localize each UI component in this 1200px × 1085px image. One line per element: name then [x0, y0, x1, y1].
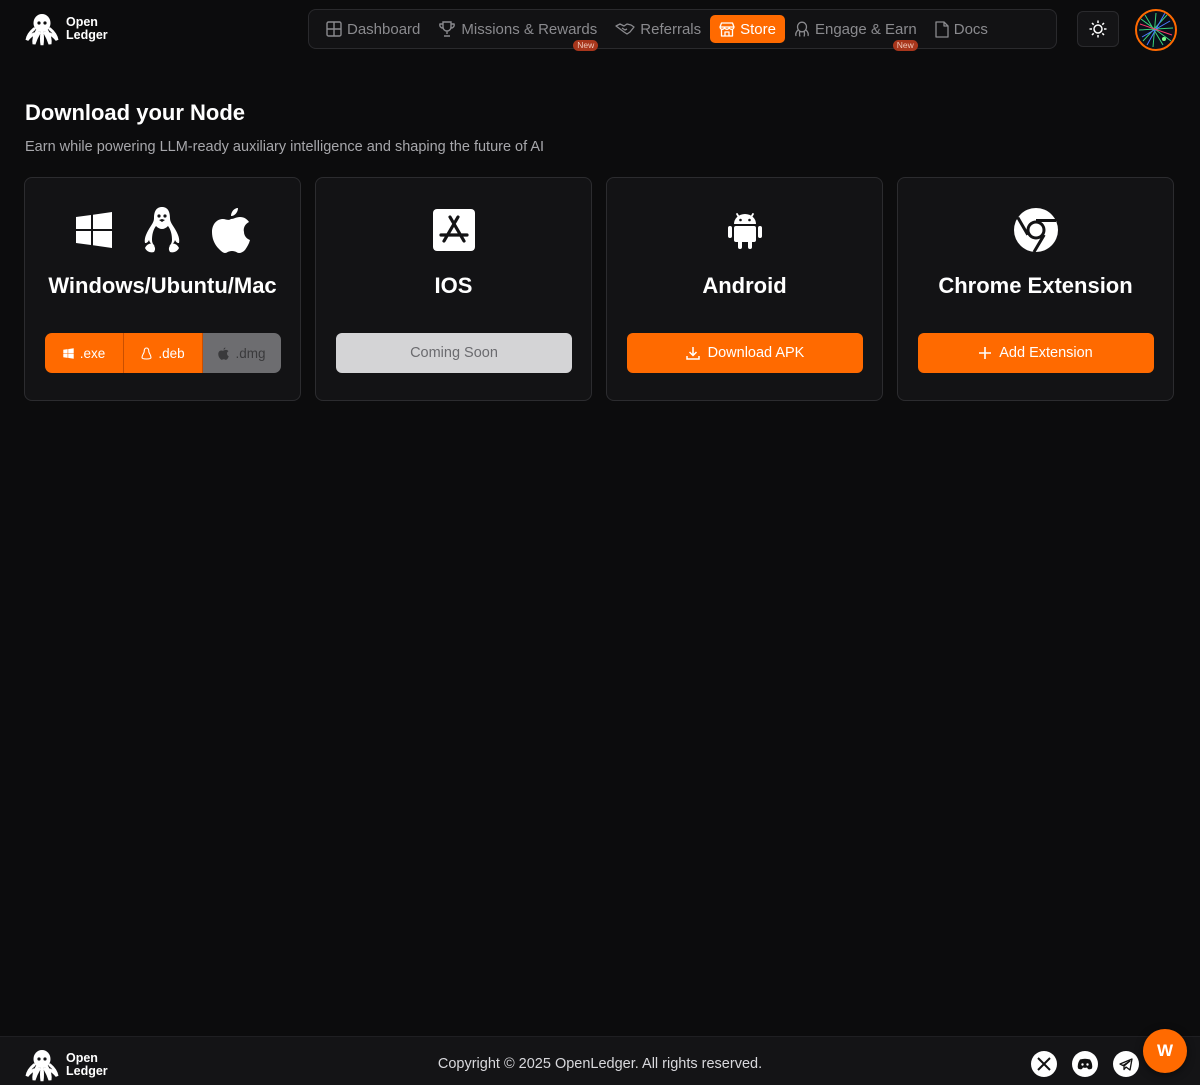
- card-chrome-title: Chrome Extension: [938, 273, 1133, 298]
- page-subtitle: Earn while powering LLM-ready auxiliary …: [25, 139, 545, 155]
- x-icon: [1037, 1057, 1051, 1071]
- android-icon: [727, 213, 762, 249]
- download-apk-button[interactable]: Download APK: [627, 333, 863, 373]
- desktop-download-group: .exe .deb .dmg: [45, 333, 281, 373]
- page-title: Download your Node: [25, 100, 245, 125]
- octopus-icon: [795, 21, 809, 37]
- card-android: Android Download APK: [606, 177, 883, 401]
- download-cards: Windows/Ubuntu/Mac .exe .deb .dmg IOS Co…: [24, 177, 1174, 401]
- avatar-image-icon: [1138, 12, 1174, 48]
- apple-icon: [211, 208, 250, 253]
- download-apk-label: Download APK: [707, 345, 805, 361]
- theme-toggle-button[interactable]: [1077, 11, 1119, 47]
- nav-docs-label: Docs: [953, 20, 988, 38]
- document-icon: [935, 20, 949, 38]
- download-icon: [685, 347, 700, 360]
- windows-icon: [75, 212, 112, 248]
- nav-store[interactable]: Store: [710, 15, 785, 43]
- sun-icon: [1089, 20, 1107, 38]
- nav-referrals[interactable]: Referrals: [606, 15, 710, 43]
- telegram-icon: [1119, 1057, 1133, 1071]
- copyright-text: Copyright © 2025 OpenLedger. All rights …: [437, 1056, 763, 1072]
- exe-label: .exe: [79, 345, 106, 361]
- nav-docs[interactable]: Docs: [926, 15, 997, 43]
- download-deb-button[interactable]: .deb: [123, 333, 202, 373]
- new-badge: New: [573, 40, 599, 51]
- linux-tux-icon: [144, 207, 179, 253]
- card-android-title: Android: [702, 273, 787, 298]
- ios-coming-soon-button[interactable]: Coming Soon: [336, 333, 572, 373]
- discord-social-link[interactable]: [1072, 1051, 1098, 1077]
- octopus-logo-icon: [25, 14, 59, 46]
- plus-icon: [979, 347, 992, 359]
- dmg-label: .dmg: [235, 345, 266, 361]
- nav-engage-label: Engage & Earn: [814, 20, 917, 38]
- add-extension-button[interactable]: Add Extension: [918, 333, 1154, 373]
- nav-dashboard[interactable]: Dashboard: [317, 15, 429, 43]
- brand-logo[interactable]: Open Ledger: [24, 12, 108, 46]
- store-icon: [719, 21, 735, 37]
- x-social-link[interactable]: [1031, 1051, 1057, 1077]
- avatar[interactable]: [1135, 9, 1177, 51]
- handshake-icon: [615, 23, 635, 35]
- card-ios: IOS Coming Soon: [315, 177, 592, 401]
- nav-missions-label: Missions & Rewards: [461, 20, 598, 38]
- brand-line-2: Ledger: [66, 28, 108, 42]
- windows-icon: [63, 347, 74, 359]
- new-badge: New: [892, 40, 918, 51]
- download-dmg-button[interactable]: .dmg: [202, 333, 281, 373]
- card-desktop-title: Windows/Ubuntu/Mac: [48, 273, 277, 298]
- nav-store-label: Store: [740, 20, 776, 38]
- main-nav: Dashboard Missions & Rewards New Referra…: [308, 9, 1057, 51]
- floating-action-button[interactable]: W: [1143, 1029, 1187, 1073]
- top-header: Open Ledger Dashboard Missions & Rewards…: [0, 0, 1200, 58]
- app-store-icon: [432, 209, 475, 251]
- linux-tux-icon: [141, 346, 152, 360]
- nav-dashboard-label: Dashboard: [347, 20, 421, 38]
- nav-engage-earn[interactable]: Engage & Earn New: [785, 15, 926, 51]
- nav-missions-rewards[interactable]: Missions & Rewards New: [429, 15, 606, 51]
- dashboard-grid-icon: [326, 21, 342, 37]
- trophy-icon: [439, 21, 456, 37]
- card-ios-title: IOS: [434, 273, 473, 298]
- deb-label: .deb: [158, 345, 185, 361]
- download-exe-button[interactable]: .exe: [45, 333, 123, 373]
- chrome-icon: [1013, 208, 1058, 253]
- nav-referrals-label: Referrals: [640, 20, 702, 38]
- add-extension-label: Add Extension: [999, 345, 1093, 361]
- card-chrome: Chrome Extension Add Extension: [897, 177, 1174, 401]
- apple-icon: [218, 346, 230, 360]
- card-desktop: Windows/Ubuntu/Mac .exe .deb .dmg: [24, 177, 301, 401]
- telegram-social-link[interactable]: [1113, 1051, 1139, 1077]
- discord-icon: [1077, 1058, 1093, 1070]
- footer: Open Ledger Copyright © 2025 OpenLedger.…: [0, 1036, 1200, 1085]
